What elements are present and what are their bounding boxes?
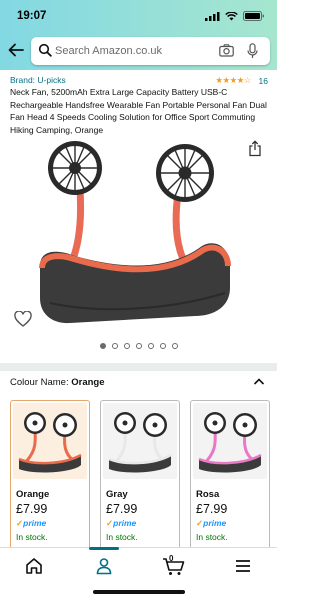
colour-selector-header[interactable]: Colour Name: Orange: [10, 377, 267, 391]
product-title: Neck Fan, 5200mAh Extra Large Capacity B…: [10, 87, 267, 135]
cart-button[interactable]: 0: [162, 554, 186, 576]
prime-badge: ✓prime: [106, 518, 137, 528]
product-image[interactable]: [30, 138, 245, 328]
battery-icon: [243, 11, 264, 21]
colour-swatches: Orange £7.99 ✓prime In stock. Gray £7.99…: [10, 400, 290, 550]
carousel-dot[interactable]: [159, 343, 166, 349]
section-divider: [0, 363, 277, 371]
colour-option-image: [103, 403, 177, 479]
stock-status: In stock.: [106, 532, 138, 542]
colour-option-image: [13, 403, 87, 479]
colour-option-rosa[interactable]: Rosa £7.99 ✓prime In stock.: [190, 400, 270, 550]
home-icon[interactable]: [24, 556, 44, 576]
colour-option-name: Orange: [16, 489, 50, 500]
colour-option-name: Rosa: [196, 489, 220, 500]
colour-option-price: £7.99: [106, 502, 138, 516]
chevron-up-icon[interactable]: [253, 377, 265, 387]
wifi-icon: [225, 11, 238, 20]
active-tab-indicator: [89, 547, 119, 550]
colour-option-name: Gray: [106, 489, 128, 500]
rating-count[interactable]: 16: [259, 76, 268, 86]
carousel-dot[interactable]: [111, 343, 118, 349]
back-arrow-icon: [8, 43, 24, 57]
prime-badge: ✓prime: [196, 518, 227, 528]
colour-selected-value: Orange: [71, 377, 105, 388]
back-button[interactable]: [6, 40, 26, 60]
carousel-dot[interactable]: [135, 343, 142, 349]
status-time: 19:07: [17, 10, 47, 22]
colour-option-image: [193, 403, 267, 479]
share-button[interactable]: [248, 140, 262, 162]
status-icons: [205, 11, 265, 21]
account-icon[interactable]: [94, 556, 114, 576]
carousel-dot[interactable]: [171, 343, 178, 349]
cart-icon: [163, 558, 185, 575]
prime-badge: ✓prime: [16, 518, 47, 528]
search-box[interactable]: Search Amazon.co.uk: [31, 37, 270, 65]
colour-label: Colour Name:: [10, 377, 72, 388]
search-icon: [38, 43, 52, 57]
brand-link[interactable]: Brand: U-picks: [10, 75, 66, 85]
carousel-dot[interactable]: [99, 343, 106, 349]
home-indicator: [93, 590, 185, 594]
camera-icon[interactable]: [219, 44, 234, 57]
cart-count-badge: 0: [169, 554, 174, 563]
stock-status: In stock.: [16, 532, 48, 542]
stock-status: In stock.: [196, 532, 228, 542]
colour-option-orange[interactable]: Orange £7.99 ✓prime In stock.: [10, 400, 90, 550]
colour-option-price: £7.99: [196, 502, 228, 516]
menu-icon[interactable]: [233, 556, 253, 576]
image-carousel-dots: [0, 343, 277, 349]
carousel-dot[interactable]: [123, 343, 130, 349]
colour-option-price: £7.99: [16, 502, 48, 516]
status-bar: 19:07: [0, 0, 277, 32]
microphone-icon[interactable]: [247, 43, 258, 59]
signal-icon: [205, 11, 220, 21]
bottom-nav: 0: [0, 547, 277, 600]
share-icon: [249, 140, 261, 157]
search-input[interactable]: Search Amazon.co.uk: [55, 45, 162, 57]
heart-icon: [14, 310, 32, 327]
carousel-dot[interactable]: [147, 343, 154, 349]
top-header: 19:07 Search Amazon.co.uk: [0, 0, 277, 70]
star-rating[interactable]: ★★★★☆: [215, 75, 251, 86]
colour-option-gray[interactable]: Gray £7.99 ✓prime In stock.: [100, 400, 180, 550]
wishlist-button[interactable]: [14, 310, 32, 332]
